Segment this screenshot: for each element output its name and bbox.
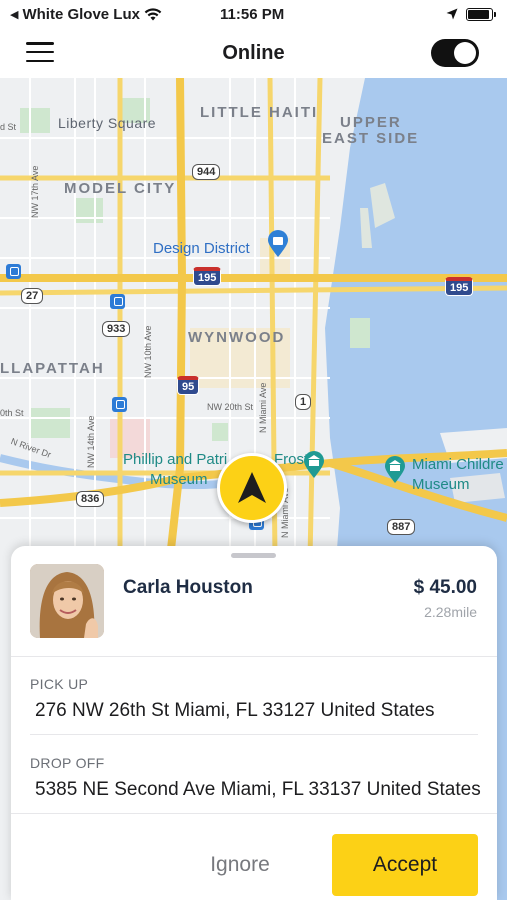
wifi-icon <box>144 7 162 20</box>
map-label-east-side: EAST SIDE <box>322 130 420 147</box>
online-toggle[interactable] <box>431 39 479 67</box>
route-shield-933: 933 <box>102 321 131 337</box>
transit-icon <box>112 397 127 412</box>
dropoff-address: 5385 NE Second Ave Miami, FL 33137 Unite… <box>35 779 481 800</box>
route-shield-944: 944 <box>192 164 221 180</box>
shopping-pin-icon[interactable] <box>267 230 289 258</box>
navigation-arrow-icon <box>238 472 266 503</box>
status-right <box>446 7 496 21</box>
map-label-phillip-museum-2: Museum <box>150 471 208 488</box>
route-shield-887: 887 <box>387 519 416 535</box>
route-shield-195-b: 195 <box>445 277 474 296</box>
transit-icon <box>6 264 21 279</box>
rider-info: Carla Houston $ 45.00 2.28mile <box>11 564 497 656</box>
route-shield-1: 1 <box>295 394 312 410</box>
nav-bar: Online <box>0 28 507 78</box>
divider <box>11 656 497 657</box>
dropoff-label: DROP OFF <box>30 755 105 771</box>
map-label-model-city: MODEL CITY <box>64 180 177 197</box>
route-shield-836: 836 <box>76 491 105 507</box>
map-label-upper: UPPER <box>340 114 402 131</box>
map-label-st-left-2: 0th St <box>0 408 24 418</box>
clock: 11:56 PM <box>220 5 285 23</box>
toggle-knob <box>454 42 476 64</box>
map-label-wynwood: WYNWOOD <box>188 329 286 346</box>
map-label-design-district: Design District <box>153 240 250 257</box>
route-shield-95: 95 <box>177 376 200 395</box>
map-label-liberty-square: Liberty Square <box>58 115 157 131</box>
carrier-label: White Glove Lux <box>22 5 140 23</box>
status-bar: ◀ White Glove Lux 11:56 PM <box>0 0 507 28</box>
pickup-address: 276 NW 26th St Miami, FL 33127 United St… <box>35 700 435 721</box>
map-label-little-haiti: LITTLE HAITI <box>200 104 319 121</box>
battery-level <box>468 9 489 19</box>
map-label-st-left: d St <box>0 122 17 132</box>
menu-icon[interactable] <box>26 42 54 62</box>
page-title: Online <box>222 41 285 64</box>
ride-request-card: Carla Houston $ 45.00 2.28mile PICK UP 2… <box>11 546 497 900</box>
map-label-miami-children-2: Museum <box>412 476 470 493</box>
location-arrow-icon <box>446 8 458 20</box>
map-label-nw-10th: NW 10th Ave <box>143 325 153 378</box>
divider <box>30 734 478 735</box>
avatar <box>30 564 104 638</box>
rider-name: Carla Houston <box>123 577 253 598</box>
status-left: ◀ White Glove Lux <box>10 6 162 23</box>
map-label-phillip-museum-1: Phillip and Patri <box>123 451 228 468</box>
map-label-nw-20th: NW 20th St <box>207 402 254 412</box>
pickup-label: PICK UP <box>30 676 89 692</box>
back-to-app-icon[interactable]: ◀ <box>10 8 18 21</box>
museum-pin-icon[interactable] <box>303 451 325 479</box>
map-label-nw-14th: NW 14th Ave <box>86 415 96 468</box>
map-label-n-miami-ave: N Miami Ave <box>258 382 268 433</box>
action-bar: Ignore Accept <box>11 834 497 896</box>
divider <box>11 813 497 814</box>
museum-pin-icon[interactable] <box>384 456 406 484</box>
trip-distance: 2.28mile <box>424 604 477 620</box>
route-shield-195-a: 195 <box>193 267 222 286</box>
ignore-button[interactable]: Ignore <box>180 834 300 896</box>
current-location-marker[interactable] <box>217 453 287 523</box>
fare-amount: $ 45.00 <box>413 577 477 598</box>
map-label-nw-17th: NW 17th Ave <box>30 165 40 218</box>
accept-button[interactable]: Accept <box>332 834 478 896</box>
drag-handle[interactable] <box>231 553 276 558</box>
transit-icon <box>110 294 125 309</box>
route-shield-27: 27 <box>21 288 44 304</box>
map-label-miami-children-1: Miami Childre <box>412 456 504 473</box>
rider-photo <box>30 564 104 638</box>
map-label-allapattah: LLAPATTAH <box>0 360 105 377</box>
battery-icon <box>466 7 496 21</box>
